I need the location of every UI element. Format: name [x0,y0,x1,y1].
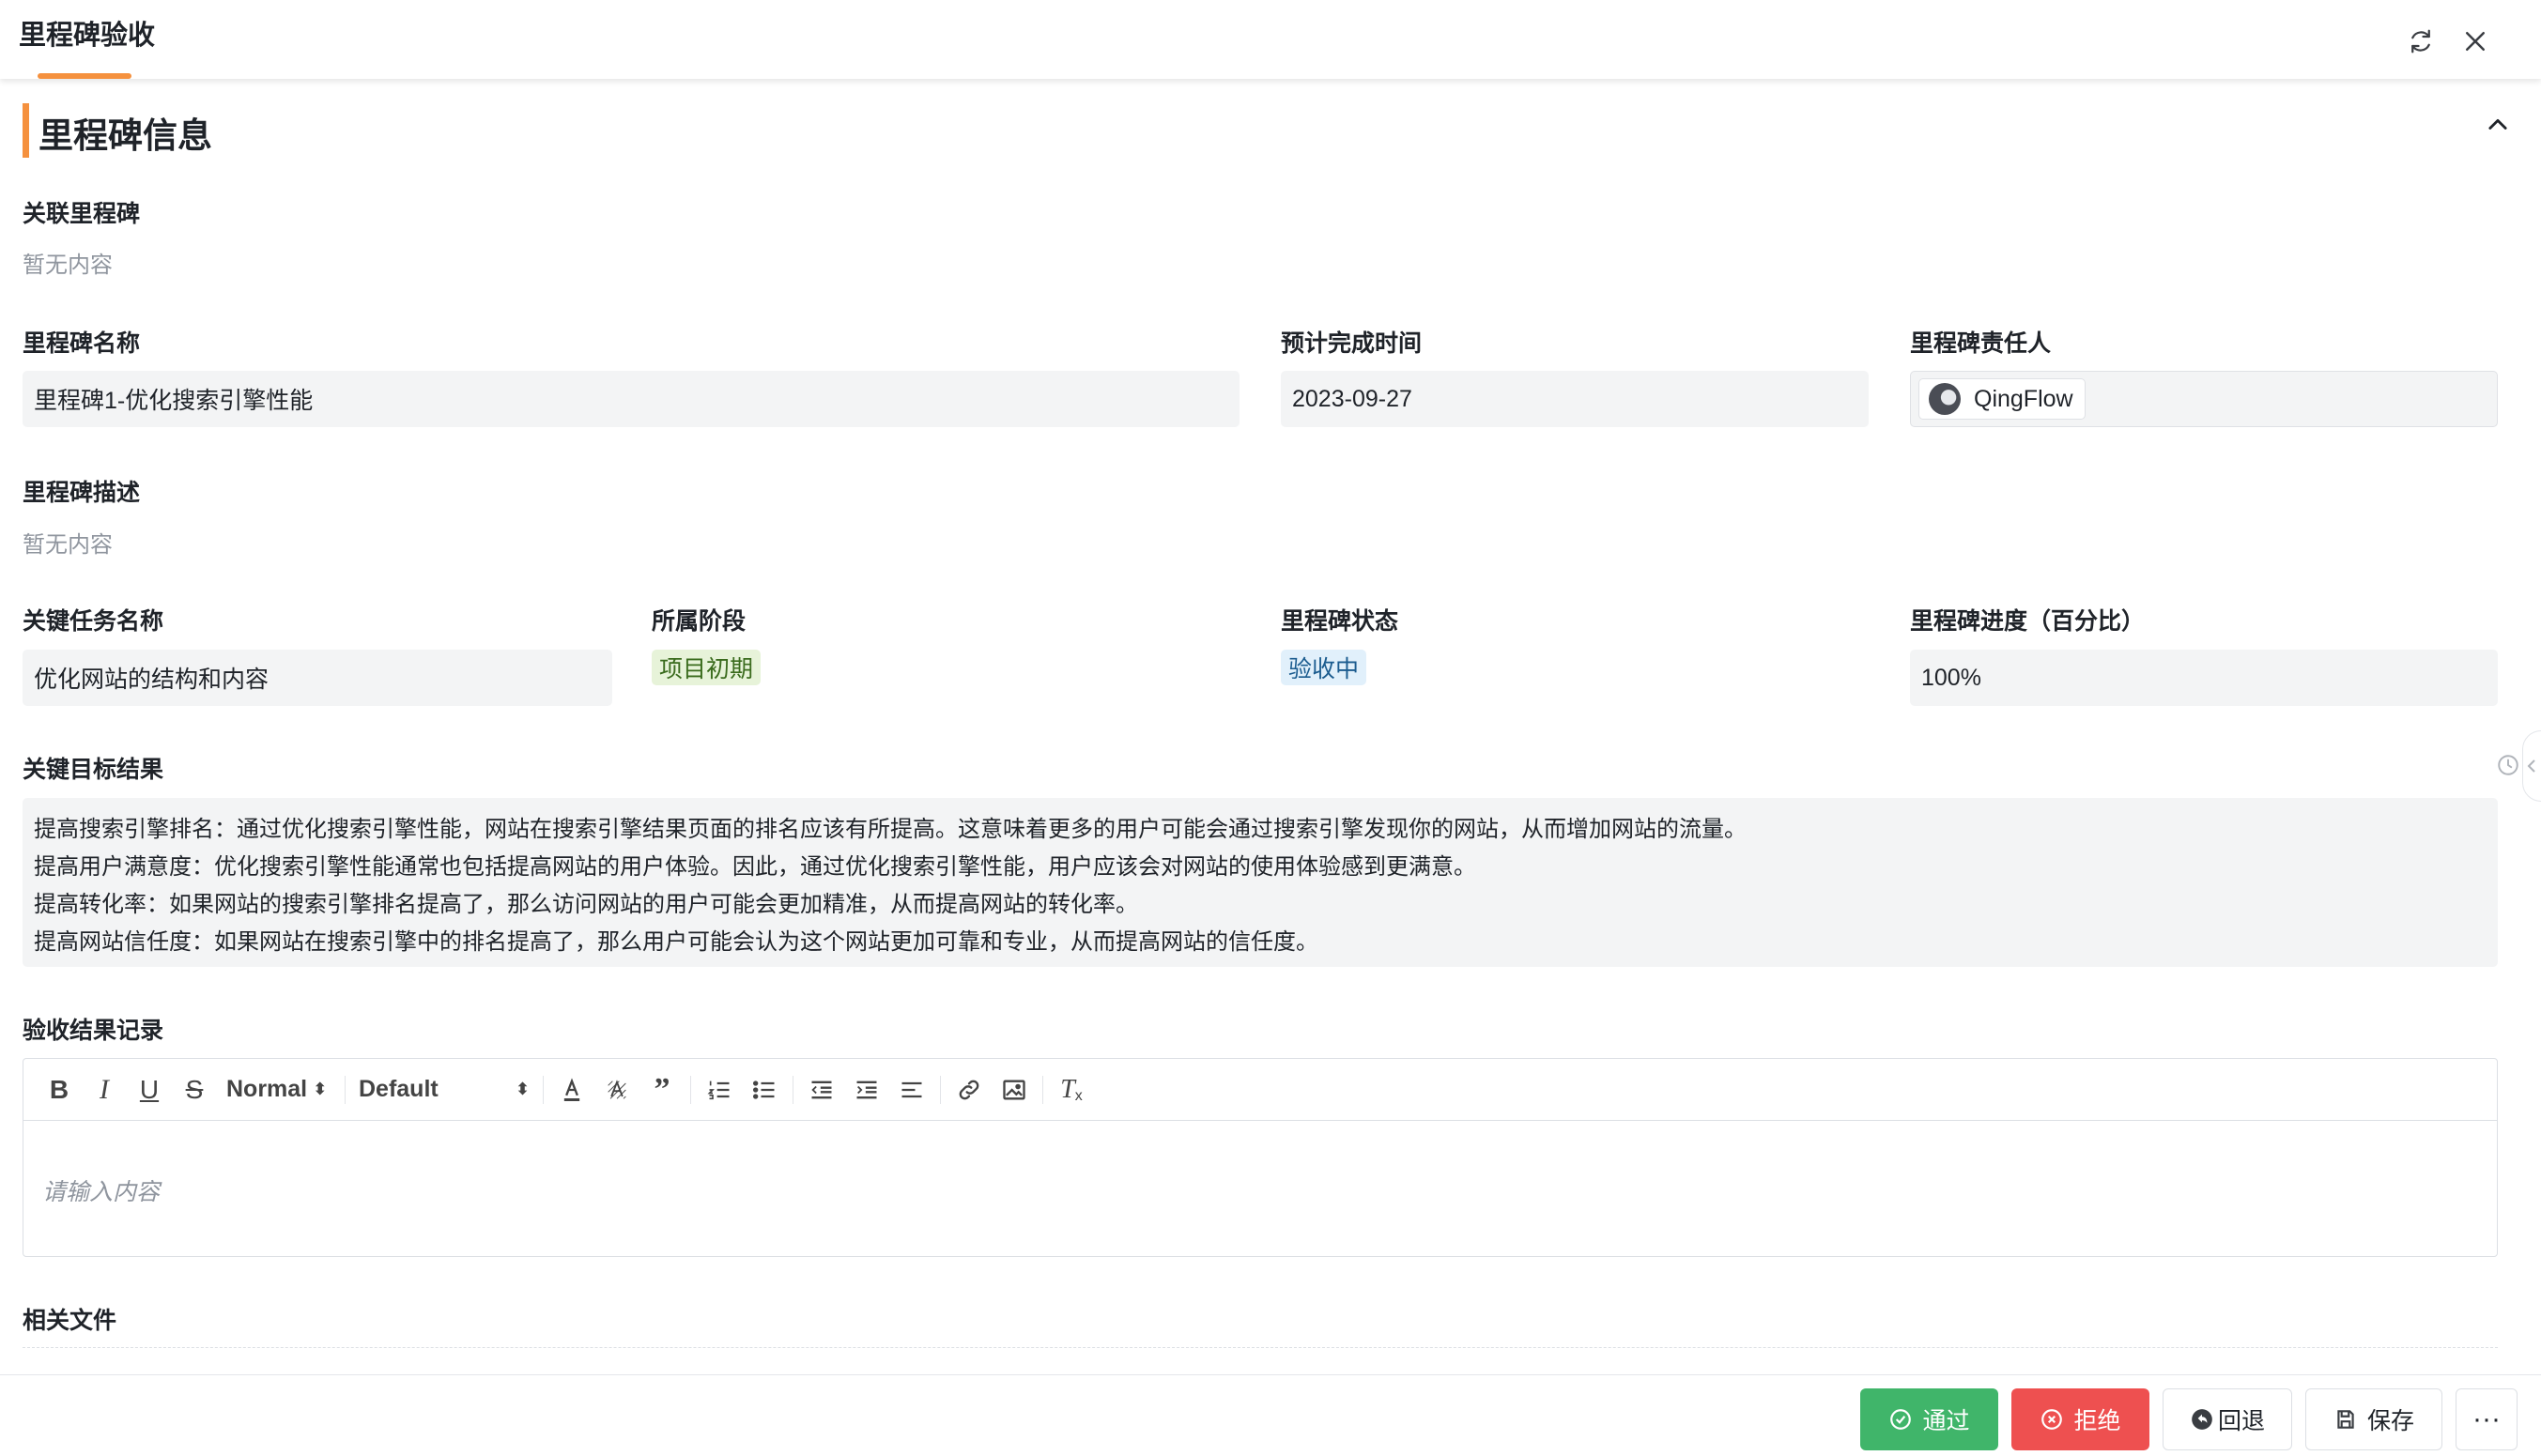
status-badge: 验收中 [1281,650,1367,685]
check-circle-icon [1890,1409,1912,1430]
pass-button[interactable]: 通过 [1860,1388,1998,1450]
reject-button-label: 拒绝 [2073,1408,2121,1434]
avatar [1929,383,1961,415]
refresh-icon[interactable] [2404,24,2438,58]
key-results-field[interactable]: 提高搜索引擎排名：通过优化搜索引擎性能，网站在搜索引擎结果页面的排名应该有所提高… [23,798,2498,967]
editor-content[interactable]: 请输入内容 [23,1121,2497,1260]
action-footer: 通过 拒绝 回退 保存 ··· [0,1374,2541,1456]
toolbar-divider [1042,1075,1043,1104]
progress-field[interactable]: 100% [1910,650,2498,706]
side-panel-handle[interactable] [2522,730,2541,802]
save-button-label: 保存 [2366,1408,2414,1434]
more-button[interactable]: ··· [2456,1388,2518,1450]
toolbar-divider [690,1075,691,1104]
bullet-list-icon[interactable] [742,1071,787,1109]
page-title: 里程碑验收 [19,21,156,51]
link-icon[interactable] [947,1071,992,1109]
editor-toolbar: B I U S Normal ⬍ Default ⬍ ” T x [23,1059,2497,1121]
ordered-list-icon[interactable] [697,1071,742,1109]
owner-field[interactable]: QingFlow [1910,371,2498,427]
key-results-label: 关键目标结果 [23,757,164,783]
strikethrough-button[interactable]: S [172,1071,217,1109]
related-milestone-label: 关联里程碑 [23,201,141,227]
title-tab-underline [38,73,131,79]
select-arrows-icon: ⬍ [515,1080,530,1098]
rich-text-editor: B I U S Normal ⬍ Default ⬍ ” T x 请输入内容 [23,1058,2498,1257]
key-result-line: 提高用户满意度：优化搜索引擎性能通常也包括提高网站的用户体验。因此，通过优化搜索… [34,854,1476,880]
undo-circle-icon [2192,1409,2212,1430]
save-button[interactable]: 保存 [2305,1388,2442,1450]
font-family-value: Default [359,1076,439,1102]
blockquote-icon[interactable]: ” [639,1071,685,1109]
section-accent-bar [23,103,29,158]
stage-label: 所属阶段 [652,608,747,635]
key-task-field[interactable]: 优化网站的结构和内容 [23,650,612,706]
italic-button[interactable]: I [82,1071,127,1109]
milestone-name-label: 里程碑名称 [23,330,141,357]
key-result-line: 提高网站信任度：如果网站在搜索引擎中的排名提高了，那么用户可能会认为这个网站更加… [34,929,1318,955]
reject-button[interactable]: 拒绝 [2011,1388,2149,1450]
chevron-up-icon[interactable] [2479,108,2517,142]
x-circle-icon [2041,1409,2063,1430]
close-icon[interactable] [2458,24,2492,58]
text-color-icon[interactable] [549,1071,594,1109]
font-size-value: Normal [226,1076,308,1102]
acceptance-record-label: 验收结果记录 [23,1018,164,1044]
toolbar-divider [940,1075,941,1104]
more-icon: ··· [2472,1403,2501,1434]
pass-button-label: 通过 [1922,1408,1970,1434]
font-family-select[interactable]: Default ⬍ [359,1071,537,1109]
progress-label: 里程碑进度（百分比） [1910,608,2146,635]
owner-label: 里程碑责任人 [1910,330,2052,357]
stage-tag: 项目初期 [652,650,762,685]
description-label: 里程碑描述 [23,480,141,506]
indent-icon[interactable] [844,1071,889,1109]
clear-format-icon[interactable]: Tx [1049,1071,1094,1109]
due-date-field[interactable]: 2023-09-27 [1281,371,1869,427]
history-icon[interactable] [2494,751,2522,779]
save-icon [2337,1410,2354,1429]
underline-button[interactable]: U [127,1071,172,1109]
description-empty: 暂无内容 [23,532,113,558]
modal-header: 里程碑验收 [0,0,2541,79]
outdent-icon[interactable] [799,1071,844,1109]
key-result-line: 提高搜索引擎排名：通过优化搜索引擎性能，网站在搜索引擎结果页面的排名应该有所提高… [34,817,1747,842]
owner-chip[interactable]: QingFlow [1918,378,2086,420]
section-title: 里程碑信息 [38,116,212,155]
image-icon[interactable] [992,1071,1037,1109]
due-date-label: 预计完成时间 [1281,330,1423,357]
key-result-line: 提高转化率：如果网站的搜索引擎排名提高了，那么访问网站的用户可能会更加精准，从而… [34,892,1138,917]
related-milestone-empty: 暂无内容 [23,253,113,278]
align-icon[interactable] [889,1071,934,1109]
back-button[interactable]: 回退 [2163,1388,2292,1450]
key-task-label: 关键任务名称 [23,608,164,635]
select-arrows-icon: ⬍ [313,1080,328,1098]
toolbar-divider [345,1075,346,1104]
background-color-icon[interactable] [594,1071,639,1109]
milestone-name-field[interactable]: 里程碑1-优化搜索引擎性能 [23,371,1240,427]
back-button-label: 回退 [2217,1408,2265,1434]
font-size-select[interactable]: Normal ⬍ [226,1071,339,1109]
files-label: 相关文件 [23,1308,117,1334]
bold-button[interactable]: B [37,1071,82,1109]
owner-name: QingFlow [1974,385,2073,412]
status-label: 里程碑状态 [1281,608,1399,635]
toolbar-divider [543,1075,544,1104]
